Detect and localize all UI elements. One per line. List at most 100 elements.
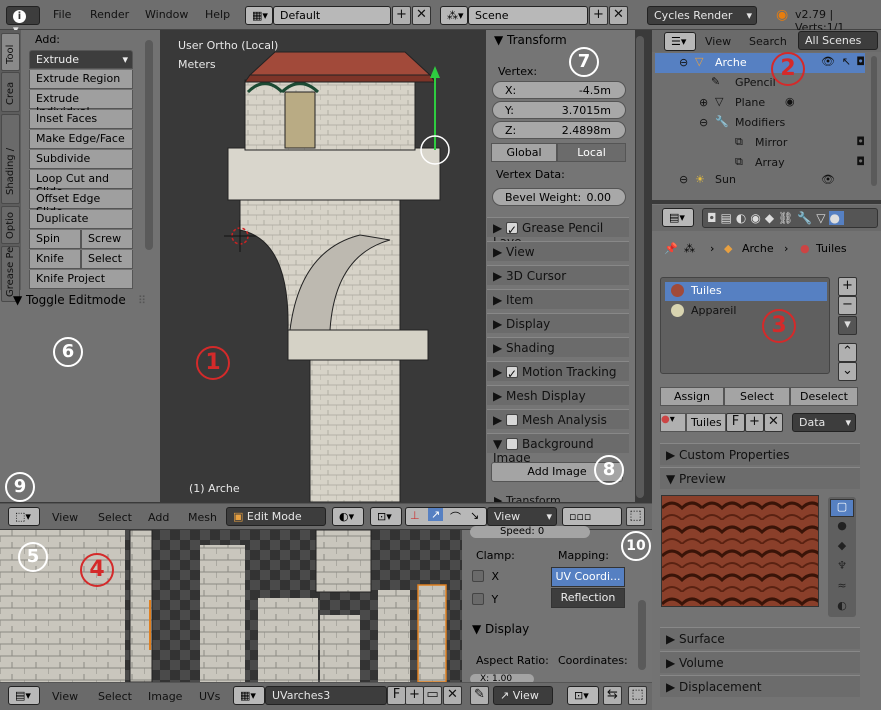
tab-create[interactable]: Crea [1,72,20,112]
collapse-icon[interactable]: ⊖ [679,173,688,186]
select-mode-group[interactable]: ▫▫▫ [562,507,622,526]
uv-menu-view[interactable]: View [52,690,78,703]
assign-button[interactable]: Assign [660,387,724,406]
section-3d-cursor[interactable]: ▶ 3D Cursor [487,265,629,285]
render-tab-icon[interactable]: ◘ [707,211,721,225]
outliner-row-modifiers[interactable]: ⊖ 🔧 Modifiers [655,113,865,133]
n-panel-scrollbar[interactable] [636,36,644,498]
menu-mesh[interactable]: Mesh [188,511,217,524]
menu-add[interactable]: Add [148,511,169,524]
pin-icon[interactable]: 📌 [664,242,678,255]
menu-view[interactable]: View [52,511,78,524]
checkbox-icon[interactable] [472,593,484,605]
unlink-image-button[interactable]: ✕ [443,686,462,705]
fake-user-button[interactable]: F [387,686,406,705]
tab-shading[interactable]: Shading / [1,114,20,204]
reflection-mapping[interactable]: Reflection [551,588,625,608]
camera-icon[interactable]: ◘ [856,135,865,148]
select-material-button[interactable]: Select [724,387,790,406]
open-image-button[interactable]: ▭ [423,686,442,705]
section-mesh-display[interactable]: ▶ Mesh Display [487,385,629,405]
scene-tab-icon[interactable]: ◐ [736,211,750,225]
flat-preview-icon[interactable]: ▢ [830,499,854,517]
outliner-menu-search[interactable]: Search [749,35,787,48]
data-tab-icon[interactable]: ▽ [816,211,829,225]
uv-menu-image[interactable]: Image [148,690,182,703]
world-sphere-preview-icon[interactable]: ◐ [830,599,854,617]
uv-sidebar-scrollbar[interactable] [638,600,646,670]
section-surface[interactable]: ▶ Surface [660,627,860,649]
outliner-row-sun[interactable]: ⊖ ☀ Sun 👁 [655,173,865,187]
vertex-z-field[interactable]: Z: 2.4898m [492,121,626,139]
spin-button[interactable]: Spin [29,230,81,249]
layout-icon-button[interactable]: ▦▾ [245,6,273,25]
constraints-tab-icon[interactable]: ⛓ [778,211,797,225]
new-material-button[interactable]: + [745,413,764,432]
move-slot-down-button[interactable]: ⌄ [838,362,857,381]
shading-selector[interactable]: ◐▾ [332,507,364,526]
remove-layout-button[interactable]: ✕ [412,6,431,25]
extrude-region-button[interactable]: Extrude Region [29,70,133,89]
3d-viewport[interactable]: User Ortho (Local) Meters (1) Arche [160,30,486,502]
cube-preview-icon[interactable]: ◆ [830,539,854,557]
slot-specials-button[interactable]: ▾ [838,316,857,335]
material-tab-icon[interactable]: ● [829,211,844,225]
camera-icon[interactable]: ◘ [856,55,865,68]
speed-field[interactable]: Speed: 0 [470,526,590,538]
checkbox-icon[interactable] [506,414,519,426]
sync-selection-button[interactable]: ⇆ [603,686,622,705]
cursor-select-icon[interactable]: ↖ [842,55,851,68]
section-item[interactable]: ▶ Item [487,289,629,309]
new-image-button[interactable]: + [405,686,424,705]
knife-project-button[interactable]: Knife Project [29,270,133,289]
uv-menu-select[interactable]: Select [98,690,132,703]
loop-cut-slide-button[interactable]: Loop Cut and Slide [29,170,133,198]
inset-faces-button[interactable]: Inset Faces [29,110,133,129]
editor-type-outliner-button[interactable]: ☰▾ [664,32,696,51]
checkbox-icon[interactable]: ✓ [506,222,519,237]
scene-selector[interactable]: Scene [468,6,588,25]
image-browse-button[interactable]: ▦▾ [233,686,265,705]
outliner-scrollbar[interactable] [871,56,877,186]
section-mesh-analysis[interactable]: ▶ Mesh Analysis [487,409,629,429]
layers-tab-icon[interactable]: ▤ [721,211,736,225]
context-tabs[interactable]: ◘▤◐◉◆⛓🔧▽● [702,208,878,228]
material-slot-tuiles[interactable]: Tuiles [665,282,827,301]
material-name-field[interactable]: Tuiles [686,413,726,432]
checkbox-icon[interactable] [472,570,484,582]
toggle-editmode-panel-header[interactable]: ▼ Toggle Editmode [13,293,126,307]
display-mode-selector[interactable]: All Scenes [798,31,878,50]
vertex-x-field[interactable]: X: -4.5m [492,81,626,99]
clamp-x[interactable]: X [472,570,499,583]
outliner-row-arche[interactable]: ⊖ ▽ Arche 👁 ↖ ◘ [655,53,865,73]
uv-menu-uvs[interactable]: UVs [199,690,220,703]
editor-type-info-button[interactable]: i ▾ [6,6,40,36]
checkbox-icon[interactable] [506,438,519,450]
world-tab-icon[interactable]: ◉ [750,211,764,225]
section-background-images[interactable]: ▼ Background Image [487,433,629,465]
mode-selector[interactable]: ▣ Edit Mode [226,507,326,526]
section-display[interactable]: ▶ Display [487,313,629,333]
make-edge-face-button[interactable]: Make Edge/Face [29,130,133,149]
move-slot-up-button[interactable]: ⌃ [838,343,857,362]
add-layout-button[interactable]: + [392,6,411,25]
outliner-row-array[interactable]: ⧉ Array ◘ [655,153,865,173]
clamp-y[interactable]: Y [472,593,498,606]
collapse-icon[interactable]: ⊖ [679,56,688,69]
section-shading[interactable]: ▶ Shading [487,337,629,357]
rotate-manipulator-icon[interactable]: ⌒ [450,509,461,525]
scene-icon-button[interactable]: ⁂▾ [440,6,468,25]
transform-orientation-selector[interactable]: View ▾ [487,507,557,526]
menu-select[interactable]: Select [98,511,132,524]
uv-view-mode-selector[interactable]: ↗ View [493,686,553,705]
material-fake-user-button[interactable]: F [726,413,745,432]
monkey-preview-icon[interactable]: ♆ [830,559,854,577]
camera-icon[interactable]: ◘ [856,155,865,168]
section-motion-tracking[interactable]: ▶ ✓ Motion Tracking [487,361,629,381]
section-preview[interactable]: ▼ Preview [660,467,860,489]
tab-tool[interactable]: Tool [1,33,20,71]
extrude-individual-button[interactable]: Extrude Individual [29,90,133,118]
material-browse-button[interactable]: ●▾ [660,413,686,432]
uv-pivot-selector[interactable]: ⊡▾ [567,686,599,705]
eye-icon[interactable]: 👁 [821,173,835,186]
